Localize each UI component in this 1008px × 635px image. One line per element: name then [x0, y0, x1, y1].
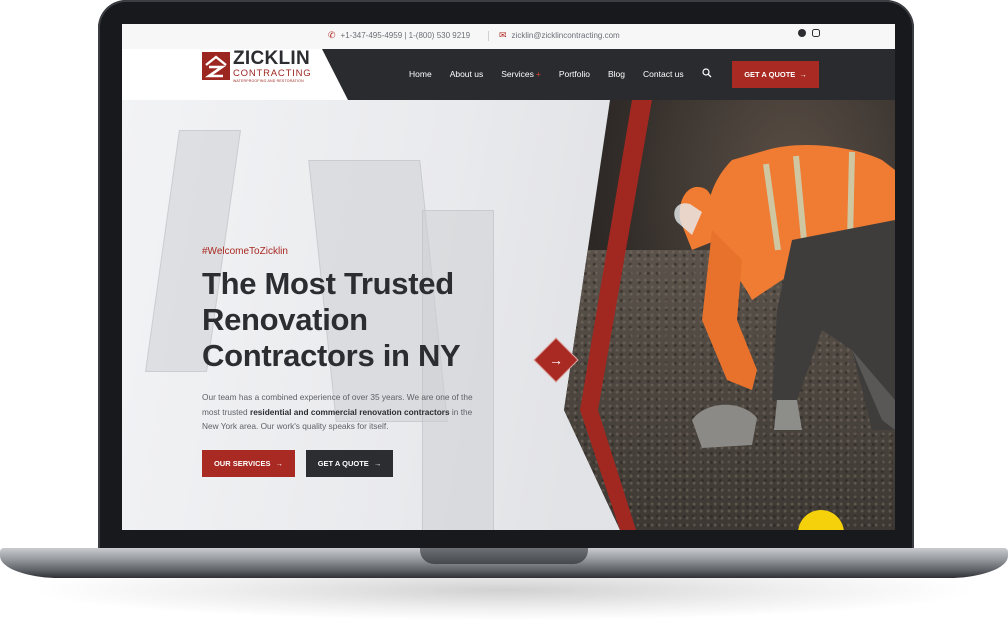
- hero-quote-label: GET A QUOTE: [317, 459, 369, 468]
- header-quote-button[interactable]: GET A QUOTE →: [732, 61, 819, 88]
- logo-name: ZICKLIN: [233, 48, 311, 69]
- nav-about[interactable]: About us: [450, 69, 484, 79]
- plus-icon: +: [535, 69, 541, 79]
- nav-services-label: Services: [501, 69, 534, 79]
- arrow-right-icon: →: [373, 459, 382, 468]
- hero-section: #WelcomeToZicklin The Most Trusted Renov…: [122, 100, 895, 530]
- arrow-right-icon[interactable]: →: [540, 344, 572, 376]
- email-address[interactable]: zicklin@zicklincontracting.com: [512, 31, 620, 40]
- nav-home[interactable]: Home: [409, 69, 432, 79]
- logo-sub: CONTRACTING: [233, 68, 312, 79]
- instagram-icon[interactable]: [812, 29, 820, 37]
- hero-quote-button[interactable]: GET A QUOTE →: [306, 450, 393, 477]
- logo-tagline: WATERPROOFING AND RESTORATION: [233, 78, 304, 83]
- hero-eyebrow: #WelcomeToZicklin: [202, 246, 288, 257]
- facebook-icon[interactable]: [798, 29, 806, 37]
- main-nav: Home About us Services + Portfolio Blog C…: [409, 69, 684, 79]
- nav-portfolio[interactable]: Portfolio: [559, 69, 590, 79]
- site-logo[interactable]: ZICKLIN CONTRACTING WATERPROOFING AND RE…: [202, 48, 311, 84]
- hero-headline: The Most Trusted Renovation Contractors …: [202, 266, 461, 373]
- utility-bar: ✆ +1-347-495-4959 | 1-(800) 530 9219 ✉ z…: [122, 24, 895, 49]
- arrow-right-icon: →: [799, 70, 807, 79]
- social-links: [798, 29, 820, 37]
- hero-description: Our team has a combined experience of ov…: [202, 390, 482, 434]
- our-services-label: OUR SERVICES: [213, 459, 271, 468]
- divider: [488, 31, 489, 41]
- email-contact[interactable]: ✉ zicklin@zicklincontracting.com: [499, 30, 620, 41]
- laptop-notch: [420, 548, 588, 564]
- our-services-button[interactable]: OUR SERVICES →: [202, 450, 295, 477]
- browser-viewport: ✆ +1-347-495-4959 | 1-(800) 530 9219 ✉ z…: [122, 24, 895, 530]
- desc-emphasis: residential and commercial renovation co…: [249, 406, 450, 417]
- phone-icon: ✆: [328, 30, 336, 40]
- nav-blog[interactable]: Blog: [608, 69, 625, 79]
- header-quote-label: GET A QUOTE: [744, 70, 796, 79]
- phone-contact[interactable]: ✆ +1-347-495-4959 | 1-(800) 530 9219: [328, 30, 470, 41]
- nav-services[interactable]: Services +: [501, 69, 541, 79]
- phone-numbers[interactable]: +1-347-495-4959 | 1-(800) 530 9219: [341, 31, 471, 40]
- search-icon[interactable]: [702, 68, 712, 78]
- arrow-right-icon: →: [275, 459, 284, 468]
- logo-mark-icon: [202, 52, 230, 80]
- mail-icon: ✉: [499, 30, 507, 40]
- nav-contact[interactable]: Contact us: [643, 69, 684, 79]
- logo-wordmark: ZICKLIN CONTRACTING WATERPROOFING AND RE…: [233, 49, 311, 83]
